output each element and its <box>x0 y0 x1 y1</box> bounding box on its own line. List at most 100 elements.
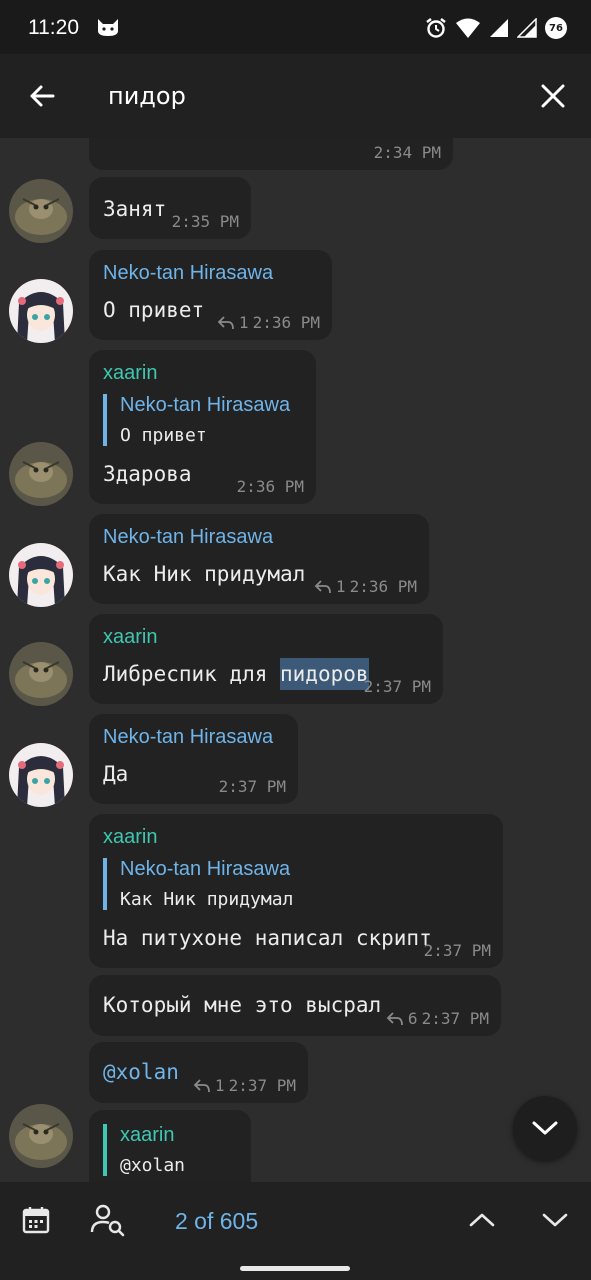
message-time: 2:36 PM <box>236 477 304 496</box>
message-text: Да <box>103 762 129 786</box>
reply-text: @xolan <box>120 1155 186 1176</box>
reply-icon <box>314 579 331 593</box>
calendar-icon <box>22 1207 50 1234</box>
sender-name[interactable]: xaarin <box>103 626 157 649</box>
sender-name[interactable]: Neko-tan Hirasawa <box>103 262 273 285</box>
message-text: На питухоне написал скрипт <box>103 926 432 950</box>
message-time: 2:34 PM <box>373 143 441 162</box>
avatar[interactable] <box>9 543 73 607</box>
signal-icon-2 <box>517 18 537 38</box>
chevron-up-icon <box>469 1213 495 1227</box>
avatar[interactable] <box>9 1104 73 1168</box>
message-text: Занят <box>103 197 167 221</box>
scroll-to-bottom-button[interactable] <box>513 1096 577 1160</box>
clear-search-button[interactable] <box>533 76 573 116</box>
message-bubble[interactable]: xaarin Либреспик для пидоров 2:37 PM <box>89 614 443 704</box>
sender-name[interactable]: Neko-tan Hirasawa <box>103 726 273 749</box>
alarm-icon <box>426 18 446 38</box>
reply-sender: Neko-tan Hirasawa <box>120 858 291 880</box>
avatar[interactable] <box>9 442 73 506</box>
search-result-counter: 2 of 605 <box>175 1208 259 1234</box>
status-bar: 11:20 76 <box>0 0 591 54</box>
reply-icon <box>193 1078 210 1092</box>
message-bubble[interactable]: Neko-tan Hirasawa Как Ник придумал 1 2:3… <box>89 514 429 604</box>
search-nav-bar: 2 of 605 <box>0 1182 591 1258</box>
message-text: Как Ник придумал <box>103 562 306 586</box>
reply-preview[interactable]: Neko-tan Hirasawa О привет <box>103 394 290 446</box>
message-time: 2:37 PM <box>423 941 491 960</box>
message-text: Здарова <box>103 462 192 486</box>
anime-avatar-image <box>9 279 73 343</box>
status-time: 11:20 <box>28 16 79 39</box>
message-meta: 6 2:37 PM <box>386 1009 489 1028</box>
avatar[interactable] <box>9 279 73 343</box>
chat-area[interactable]: 2:34 PM Занят 2:35 PM Neko-tan Hirasawa … <box>0 138 591 1182</box>
message-time: 2:37 PM <box>421 1009 489 1028</box>
message-time: 2:36 PM <box>349 577 417 596</box>
message-text: Который мне это высрал <box>103 993 382 1017</box>
message-bubble[interactable]: Neko-tan Hirasawa Да 2:37 PM <box>89 714 298 804</box>
message-meta: 1 2:37 PM <box>193 1076 296 1095</box>
message-text-plain: Либреспик для <box>103 662 281 686</box>
message-bubble[interactable]: @xolan 1 2:37 PM <box>89 1042 308 1103</box>
reply-count: 1 <box>214 1076 225 1095</box>
message-meta: 1 2:36 PM <box>217 313 320 332</box>
message-bubble[interactable]: 2:34 PM <box>89 138 453 170</box>
message-time: 2:36 PM <box>252 313 320 332</box>
next-result-button[interactable] <box>535 1200 575 1240</box>
chevron-down-icon <box>532 1121 558 1135</box>
moth-avatar-image <box>9 1104 73 1168</box>
mention-link[interactable]: @xolan <box>103 1060 179 1084</box>
message-bubble[interactable]: Neko-tan Hirasawa О привет 1 2:36 PM <box>89 250 332 340</box>
message-bubble[interactable]: xaarin Neko-tan Hirasawa О привет Здаров… <box>89 350 316 504</box>
avatar[interactable] <box>9 743 73 807</box>
avatar[interactable] <box>9 642 73 706</box>
message-time: 2:35 PM <box>171 212 239 231</box>
message-time: 2:37 PM <box>228 1076 296 1095</box>
reply-preview[interactable]: Neko-tan Hirasawa Как Ник придумал <box>103 858 293 910</box>
sender-name[interactable]: xaarin <box>103 362 157 385</box>
reply-sender: Neko-tan Hirasawa <box>120 394 291 416</box>
message-time: 2:37 PM <box>363 677 431 696</box>
sender-name[interactable]: xaarin <box>103 826 157 849</box>
arrow-left-icon <box>30 85 55 107</box>
message-bubble[interactable]: Занят 2:35 PM <box>89 177 251 239</box>
search-by-user-button[interactable] <box>88 1200 128 1240</box>
moth-avatar-image <box>9 442 73 506</box>
status-icons: 76 <box>425 16 567 40</box>
anime-avatar-image <box>9 743 73 807</box>
reply-count: 1 <box>238 313 249 332</box>
message-meta: 1 2:36 PM <box>314 577 417 596</box>
anime-avatar-image <box>9 543 73 607</box>
reply-text: О привет <box>120 425 207 446</box>
system-nav-bar <box>0 1258 591 1280</box>
signal-icon <box>490 19 508 37</box>
search-user-icon <box>90 1204 125 1237</box>
moth-avatar-image <box>9 179 73 243</box>
back-button[interactable] <box>22 76 62 116</box>
previous-result-button[interactable] <box>462 1200 502 1240</box>
message-text: Либреспик для пидоров <box>103 658 369 690</box>
reply-sender: xaarin <box>120 1124 175 1146</box>
wifi-icon <box>456 18 480 38</box>
message-bubble[interactable]: Который мне это высрал 6 2:37 PM <box>89 975 501 1036</box>
reply-icon <box>217 315 234 329</box>
reply-text: Как Ник придумал <box>120 889 294 910</box>
jump-to-date-button[interactable] <box>16 1200 56 1240</box>
reply-icon <box>386 1011 403 1025</box>
home-gesture-pill[interactable] <box>240 1266 350 1271</box>
reply-count: 6 <box>407 1009 418 1028</box>
message-time: 2:37 PM <box>218 777 286 796</box>
search-match-highlight: пидоров <box>280 658 369 690</box>
avatar[interactable] <box>9 179 73 243</box>
message-bubble[interactable]: xaarin @xolan <box>89 1110 251 1182</box>
battery-icon: 76 <box>545 17 567 39</box>
reply-count: 1 <box>335 577 346 596</box>
sender-name[interactable]: Neko-tan Hirasawa <box>103 526 273 549</box>
chevron-down-icon <box>542 1213 568 1227</box>
cat-icon <box>98 19 118 36</box>
message-bubble[interactable]: xaarin Neko-tan Hirasawa Как Ник придума… <box>89 814 503 968</box>
search-input[interactable] <box>108 78 508 114</box>
close-icon <box>541 84 565 108</box>
reply-preview[interactable]: xaarin @xolan <box>103 1124 185 1176</box>
